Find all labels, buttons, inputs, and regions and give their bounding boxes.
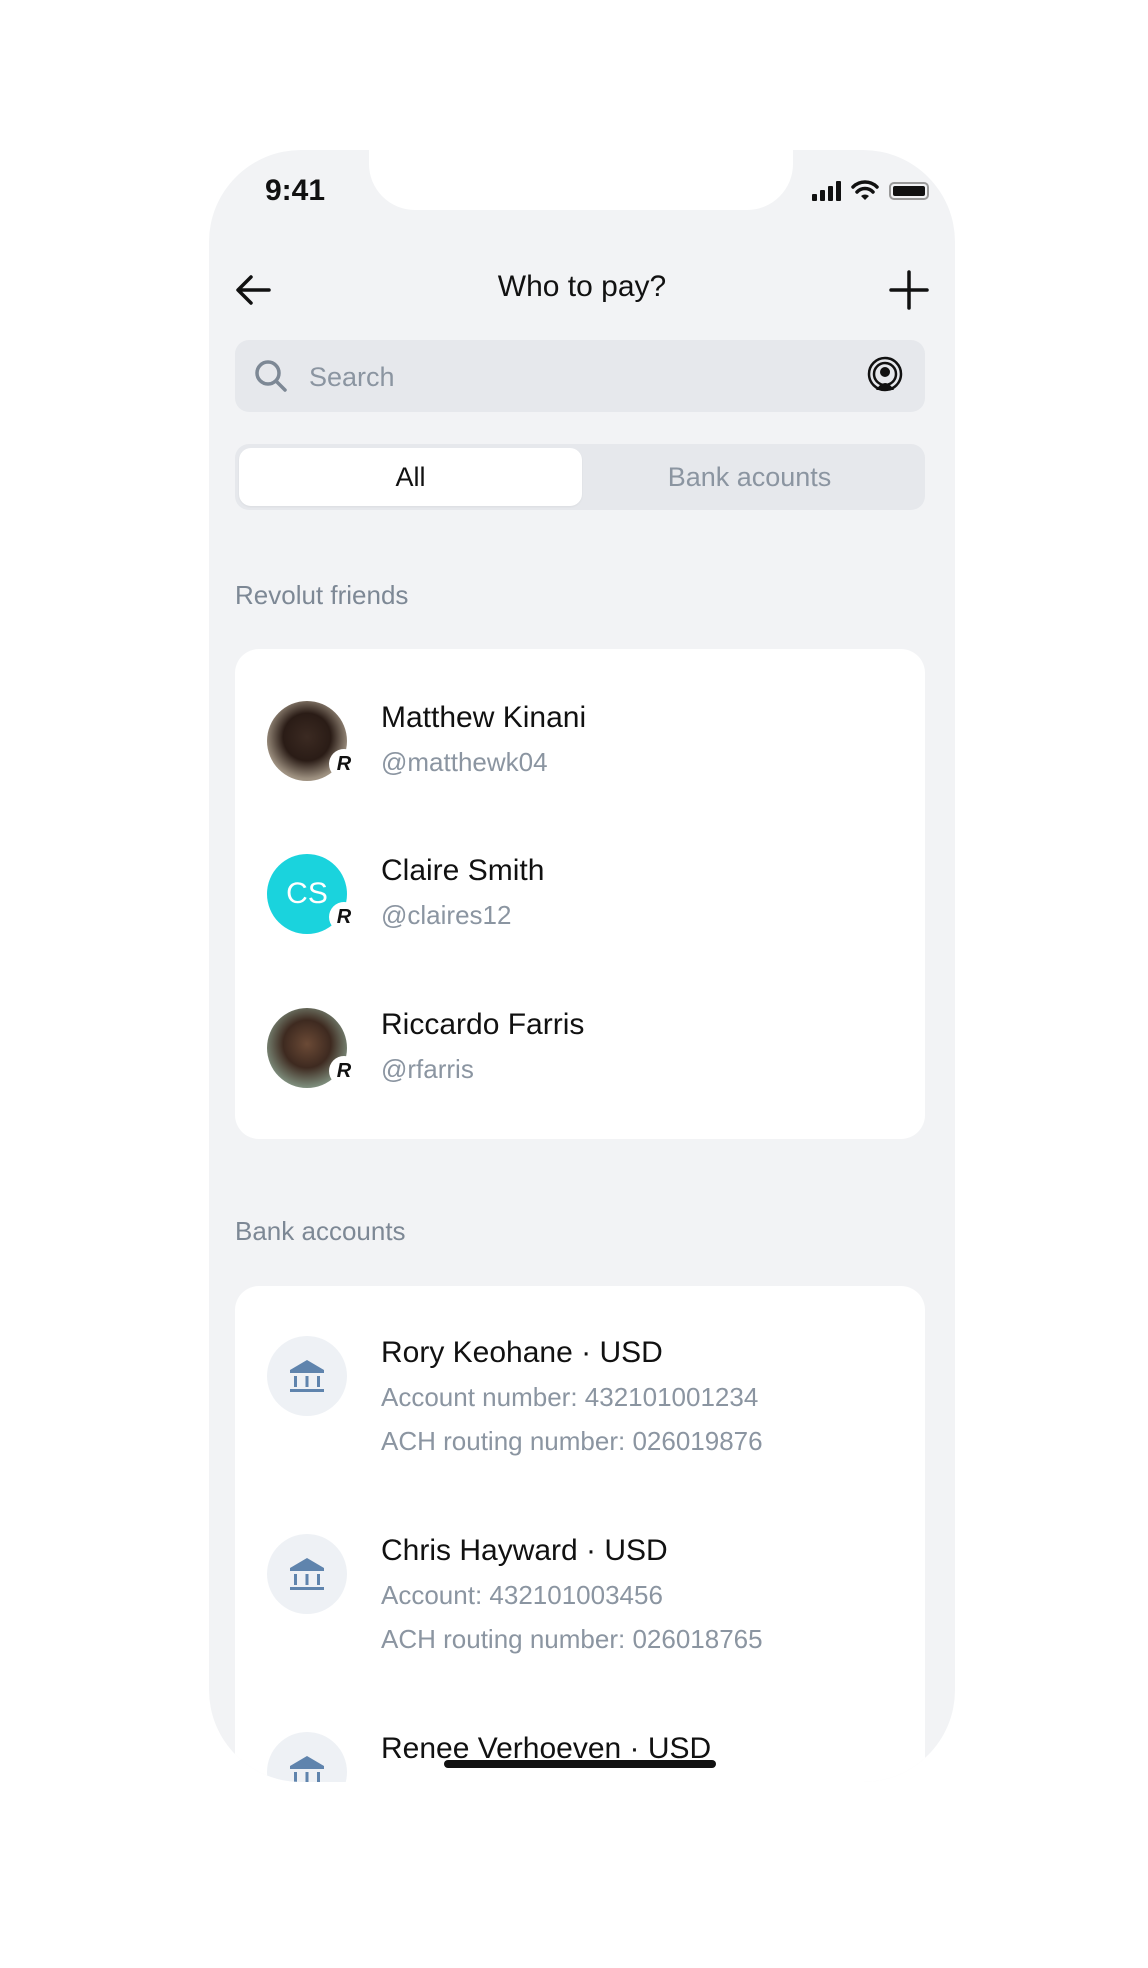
friend-handle: @rfarris — [381, 1054, 474, 1084]
signal-icon — [812, 181, 841, 201]
revolut-badge-icon: R — [329, 749, 359, 779]
notch — [369, 150, 793, 210]
bank-account-title: Rory Keohane · USD — [381, 1336, 663, 1369]
tab-all[interactable]: All — [239, 448, 582, 506]
battery-icon — [889, 182, 929, 200]
section-label-bank: Bank accounts — [235, 1216, 406, 1246]
friend-handle: @matthewk04 — [381, 747, 548, 777]
friend-row[interactable]: R Riccardo Farris @rfarris — [235, 958, 925, 1118]
status-icons — [812, 180, 929, 202]
friend-name: Matthew Kinani — [381, 701, 587, 734]
friend-name: Claire Smith — [381, 854, 545, 887]
bank-card: Rory Keohane · USD Account number: 43210… — [235, 1286, 925, 1782]
bank-icon — [267, 1336, 347, 1416]
bank-row[interactable]: Chris Hayward · USD Account: 43210100345… — [235, 1484, 925, 1682]
phone-screen: 9:41 Who to pay? Search All Bank acounts… — [209, 150, 955, 1782]
status-time: 9:41 — [265, 174, 326, 207]
friends-card: R Matthew Kinani @matthewk04 CS R Claire… — [235, 649, 925, 1139]
home-indicator[interactable] — [444, 1760, 716, 1768]
revolut-badge-icon: R — [329, 1056, 359, 1086]
friend-row[interactable]: CS R Claire Smith @claires12 — [235, 804, 925, 959]
bank-account-number: Account: 432101003456 — [381, 1580, 663, 1610]
friend-handle: @claires12 — [381, 900, 512, 930]
search-input[interactable] — [307, 340, 831, 414]
section-label-friends: Revolut friends — [235, 580, 409, 610]
bank-row[interactable]: Rory Keohane · USD Account number: 43210… — [235, 1286, 925, 1484]
revolut-badge-icon: R — [329, 902, 359, 932]
friend-name: Riccardo Farris — [381, 1008, 585, 1041]
top-bar: Who to pay? — [209, 250, 955, 330]
tab-bank-accounts[interactable]: Bank acounts — [578, 448, 921, 506]
wifi-icon — [851, 180, 879, 200]
bank-routing-number: ACH routing number: 026019876 — [381, 1426, 763, 1456]
segmented-control: All Bank acounts — [235, 444, 925, 510]
search-bar[interactable] — [235, 340, 925, 414]
bank-icon — [267, 1534, 347, 1614]
bank-icon — [267, 1732, 347, 1782]
search-icon — [255, 360, 287, 392]
nearby-person-icon[interactable] — [865, 356, 905, 396]
page-title: Who to pay? — [497, 270, 667, 303]
bank-account-title: Chris Hayward · USD — [381, 1534, 668, 1567]
plus-icon[interactable] — [887, 268, 931, 312]
bank-routing-number: ACH routing number: 026018765 — [381, 1624, 763, 1654]
friend-row[interactable]: R Matthew Kinani @matthewk04 — [235, 649, 925, 809]
bank-account-number: Account number: 432101001234 — [381, 1382, 759, 1412]
